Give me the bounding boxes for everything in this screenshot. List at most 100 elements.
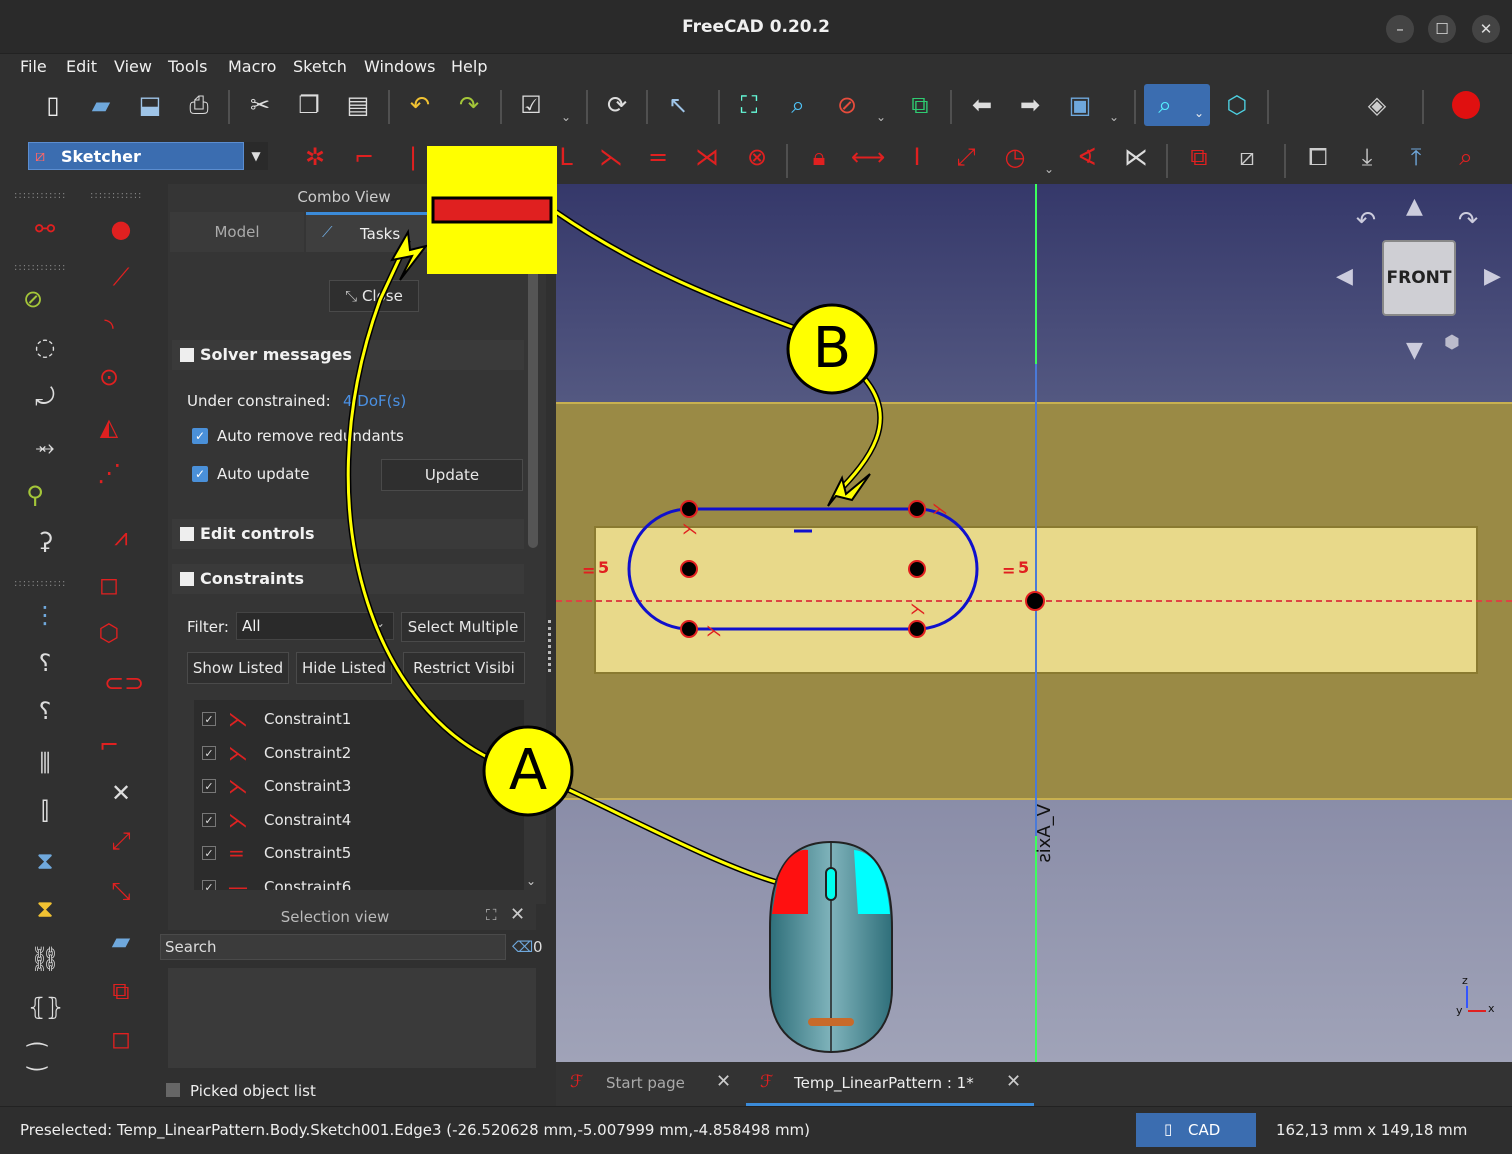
constrain-angle-icon[interactable]: ∢	[1070, 140, 1104, 174]
split-edge-icon[interactable]: ⤡	[104, 874, 138, 908]
float-icon[interactable]: ⛶	[486, 906, 497, 924]
constrain-block-icon[interactable]: ⊗	[740, 140, 774, 174]
menu-windows[interactable]: Windows	[364, 57, 435, 76]
visibility-checkbox[interactable]: ✓	[202, 746, 216, 760]
create-circle-dashed-icon[interactable]: ◌	[28, 330, 62, 364]
3d-viewport[interactable]: V_Axis ⋋ ⋋ ⋋ ⋋ = = 5 5 FRONT ▲ ▼ ◀ ▶ ↶ ↷…	[556, 184, 1512, 1062]
navcube-down-arrow[interactable]: ▼	[1406, 338, 1423, 363]
constrain-coincident-icon[interactable]: ✲	[298, 140, 332, 174]
sketch-vertex[interactable]	[908, 560, 926, 578]
navcube-rotate-left-icon[interactable]: ↶	[1356, 206, 1376, 234]
create-polyline-icon[interactable]: ⩘	[104, 520, 138, 554]
chevron-down-icon[interactable]: ⌄	[561, 110, 571, 124]
redo-icon[interactable]: ↷	[452, 88, 486, 122]
new-document-icon[interactable]: ▯	[36, 88, 70, 122]
mirror-icon[interactable]: ⫿	[28, 794, 62, 828]
sketch-vertex[interactable]	[908, 620, 926, 638]
minimize-button[interactable]: –	[1386, 15, 1414, 43]
chevron-down-icon[interactable]: ⌄	[1109, 110, 1119, 124]
chain-icon[interactable]: ⛓	[28, 942, 62, 976]
sketch-vertex[interactable]	[680, 500, 698, 518]
zoom-tool-active-button[interactable]: ⌕ ⌄	[1144, 84, 1210, 126]
external-geometry-icon[interactable]: ▰	[104, 924, 138, 958]
navigation-style-button[interactable]: ▯ CAD	[1136, 1113, 1256, 1147]
copy-icon[interactable]: ❐	[292, 88, 326, 122]
list-item[interactable]: ✓ ⋋ Constraint3	[198, 771, 518, 801]
toggle-driving-icon[interactable]: ⧉	[1182, 140, 1216, 174]
join-curves-icon[interactable]: ⚳	[28, 524, 62, 558]
rotate-icon[interactable]: ⤾	[28, 380, 62, 414]
create-slot-icon[interactable]: ⊂⊃	[104, 666, 144, 700]
chevron-down-icon[interactable]: ⌄	[1044, 162, 1054, 176]
scroll-down-icon[interactable]: ⌄	[526, 874, 536, 888]
record-macro-icon[interactable]	[1452, 91, 1480, 119]
fit-selection-icon[interactable]: ⌕	[781, 88, 815, 122]
clear-icon[interactable]: ⌫	[512, 938, 533, 956]
validate-sketch-icon[interactable]: ⌕	[1449, 140, 1483, 174]
refresh-check-icon[interactable]: ☑	[514, 88, 548, 122]
forward-arrow-icon[interactable]: ➡	[1013, 88, 1047, 122]
splitter-handle[interactable]	[548, 620, 552, 672]
std-views-icon[interactable]: ▣	[1063, 88, 1097, 122]
menu-file[interactable]: File	[20, 57, 47, 76]
select-constraints-icon[interactable]: ⚯	[28, 212, 62, 246]
menu-macro[interactable]: Macro	[228, 57, 276, 76]
visibility-checkbox[interactable]: ✓	[202, 779, 216, 793]
hide-listed-button[interactable]: Hide Listed	[296, 652, 392, 684]
close-tab-icon[interactable]: ✕	[1006, 1071, 1021, 1092]
close-icon[interactable]: ✕	[510, 904, 525, 925]
menu-sketch[interactable]: Sketch	[293, 57, 347, 76]
filter-select[interactable]: All ⌄	[236, 612, 394, 640]
create-line-icon[interactable]: ⟋	[104, 260, 138, 294]
import-icon[interactable]: ⤓	[1350, 140, 1384, 174]
origin-point[interactable]	[1025, 591, 1045, 611]
chevron-down-icon[interactable]: ⌄	[876, 110, 886, 124]
create-rectangle-icon[interactable]: ◻	[92, 568, 126, 602]
select-multiple-button[interactable]: Select Multiple	[401, 612, 525, 642]
constrain-symmetric-icon[interactable]: ⋊	[690, 140, 724, 174]
constrain-tangent-icon[interactable]: ⋋	[594, 140, 628, 174]
tab-model[interactable]: Model	[170, 212, 304, 252]
menu-view[interactable]: View	[114, 57, 152, 76]
sketch-vertex[interactable]	[908, 500, 926, 518]
close-task-button[interactable]: ⤡ Close	[329, 280, 419, 312]
construction-mode-icon[interactable]: ⊘	[16, 282, 50, 316]
auto-update-checkbox[interactable]: ✓	[192, 466, 208, 482]
delete-all-icon[interactable]: ⁐	[20, 1040, 54, 1074]
extend-edge-icon[interactable]: ⤢	[104, 824, 138, 858]
view-sketch-icon[interactable]: ⧠	[1301, 140, 1335, 174]
auto-remove-checkbox[interactable]: ✓	[192, 428, 208, 444]
trim-edge-icon[interactable]: ✕	[104, 776, 138, 810]
carbon-copy-icon[interactable]: ⧉	[104, 974, 138, 1008]
search-input[interactable]: Search	[160, 934, 506, 960]
maximize-button[interactable]: ☐	[1428, 15, 1456, 43]
visibility-checkbox[interactable]: ✓	[202, 813, 216, 827]
recompute-icon[interactable]: ⟳	[600, 88, 634, 122]
clone-icon[interactable]: ⧗	[28, 844, 62, 878]
sketch-vertex[interactable]	[680, 560, 698, 578]
back-arrow-icon[interactable]: ⬅	[965, 88, 999, 122]
navcube-up-arrow[interactable]: ▲	[1406, 194, 1423, 219]
paste-icon[interactable]: ▤	[341, 88, 375, 122]
visibility-checkbox[interactable]: ✓	[202, 846, 216, 860]
constrain-point-on-object-icon[interactable]: ⌐	[347, 140, 381, 174]
cut-icon[interactable]: ✂	[243, 88, 277, 122]
tab-start-page[interactable]: Start page	[606, 1074, 685, 1092]
bounding-box-icon[interactable]: ⧉	[903, 88, 937, 122]
restrict-visibility-button[interactable]: Restrict Visibi	[403, 652, 525, 684]
show-listed-button[interactable]: Show Listed	[187, 652, 289, 684]
constrain-vertical-icon[interactable]: |	[396, 140, 430, 174]
navcube-menu-icon[interactable]: ⬢	[1444, 332, 1460, 353]
picked-list-checkbox[interactable]	[166, 1083, 180, 1097]
menu-tools[interactable]: Tools	[168, 57, 207, 76]
whats-this-icon[interactable]: ↖	[661, 88, 695, 122]
rectangular-array-icon[interactable]: ⦃⦄	[28, 990, 63, 1024]
part-stack-icon[interactable]: ◈	[1360, 88, 1394, 122]
create-polyline-icon[interactable]: ⋰	[92, 456, 126, 490]
close-button[interactable]: ✕	[1472, 15, 1500, 43]
constrain-snell-icon[interactable]: ⋉	[1119, 140, 1153, 174]
select-v-axis-icon[interactable]: ⸮	[28, 694, 62, 728]
create-fillet-icon[interactable]: ⌐	[92, 728, 126, 762]
select-h-axis-icon[interactable]: ⸮	[28, 646, 62, 680]
symmetry-icon[interactable]: ⫼	[28, 746, 62, 780]
